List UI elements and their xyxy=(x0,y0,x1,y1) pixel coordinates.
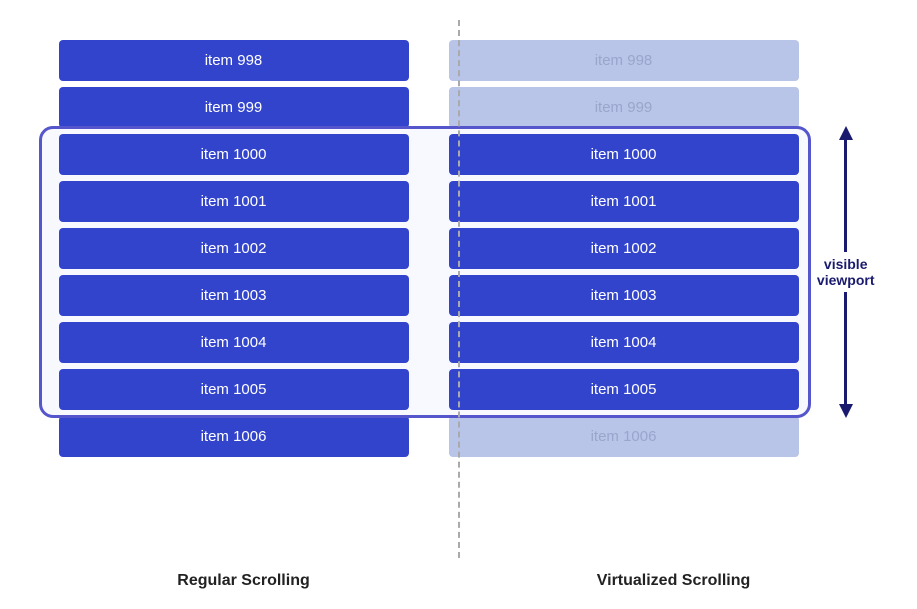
virt-item-1003: item 1003 xyxy=(449,275,799,316)
diagram: item 998 item 998 item 999 xyxy=(29,20,889,590)
regular-item-1001: item 1001 xyxy=(59,181,409,222)
viewport-label: visible viewport xyxy=(817,256,875,288)
regular-item-999: item 999 xyxy=(59,87,409,128)
regular-item-1003: item 1003 xyxy=(59,275,409,316)
arrow-line-bottom xyxy=(844,292,847,404)
viewport-arrow: visible viewport xyxy=(817,126,875,418)
labels-row: Regular Scrolling Virtualized Scrolling xyxy=(29,572,889,590)
arrow-line-top xyxy=(844,140,847,252)
arrow-up-icon xyxy=(839,126,853,140)
virt-item-1001: item 1001 xyxy=(449,181,799,222)
regular-item-998: item 998 xyxy=(59,40,409,81)
regular-item-1006: item 1006 xyxy=(59,416,409,457)
regular-scrolling-label: Regular Scrolling xyxy=(29,572,459,590)
regular-item-1005: item 1005 xyxy=(59,369,409,410)
column-divider xyxy=(458,20,460,558)
virtualized-scrolling-label: Virtualized Scrolling xyxy=(459,572,889,590)
virt-item-1004: item 1004 xyxy=(449,322,799,363)
virt-item-1000: item 1000 xyxy=(449,134,799,175)
regular-item-1002: item 1002 xyxy=(59,228,409,269)
regular-item-1000: item 1000 xyxy=(59,134,409,175)
virt-item-999: item 999 xyxy=(449,87,799,128)
virt-item-1006: item 1006 xyxy=(449,416,799,457)
virt-item-1002: item 1002 xyxy=(449,228,799,269)
virt-item-1005: item 1005 xyxy=(449,369,799,410)
regular-item-1004: item 1004 xyxy=(59,322,409,363)
virt-item-998: item 998 xyxy=(449,40,799,81)
arrow-down-icon xyxy=(839,404,853,418)
